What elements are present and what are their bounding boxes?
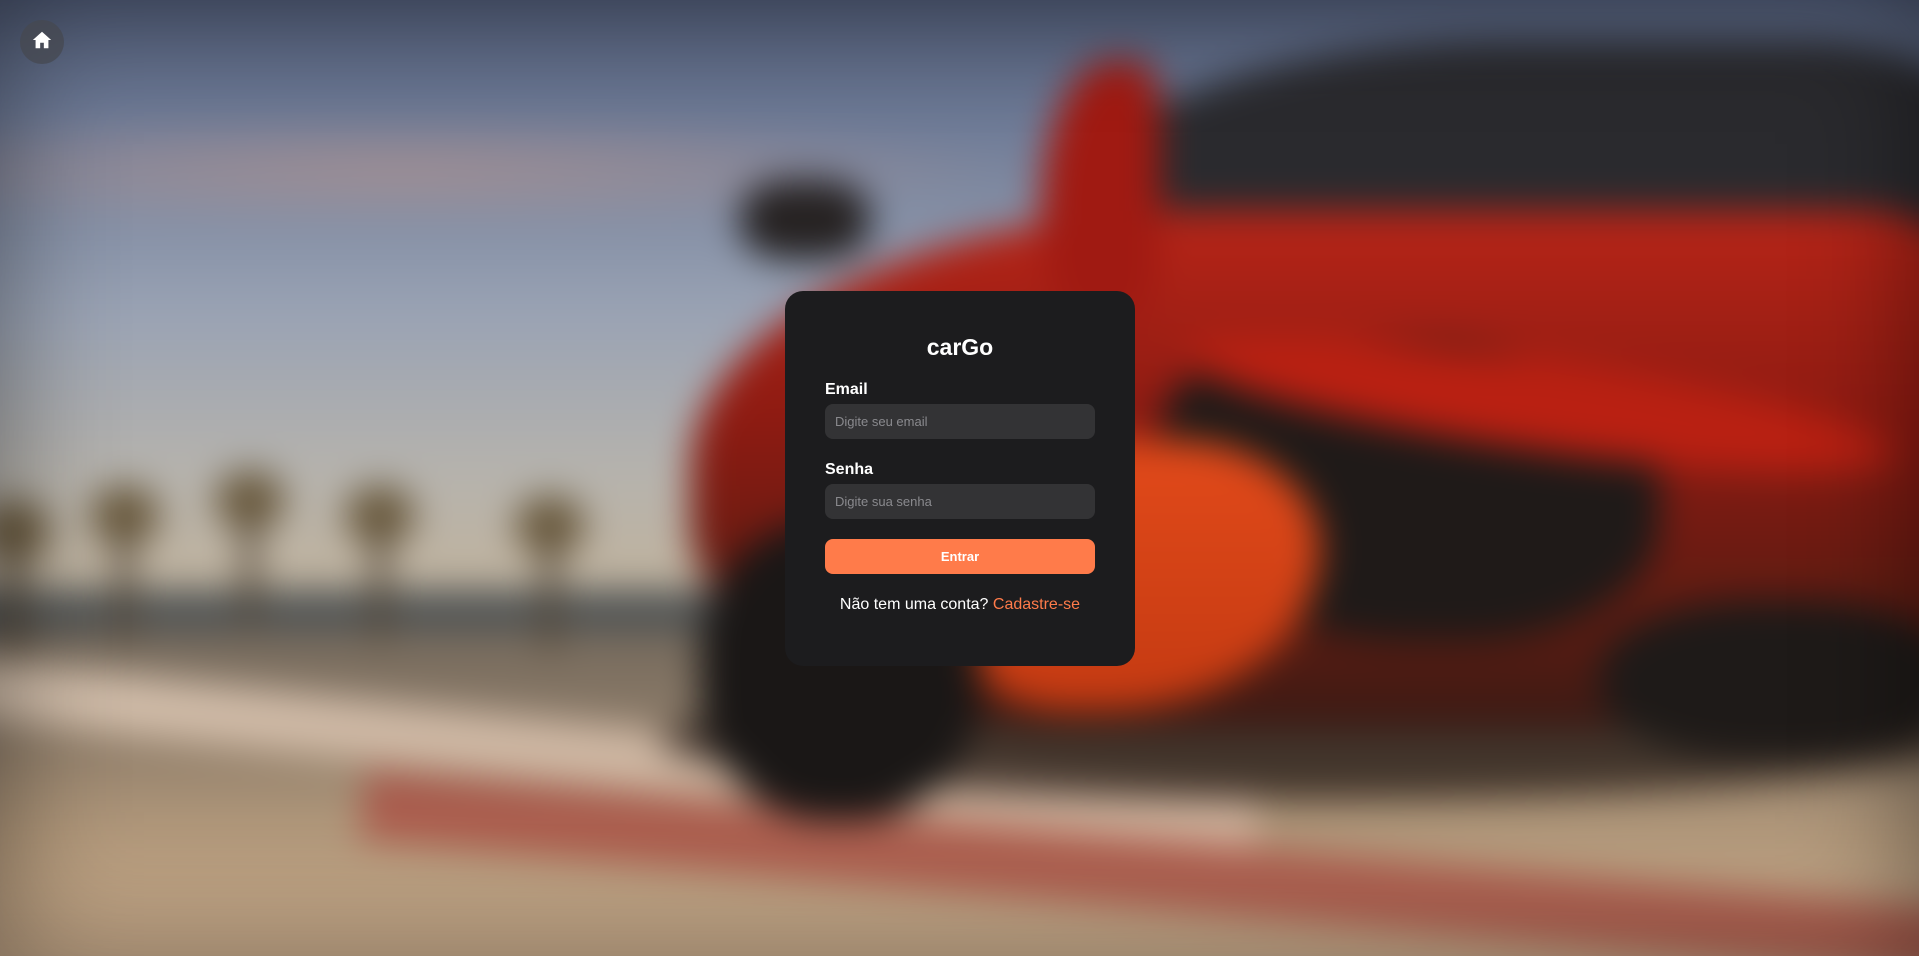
signup-prompt: Não tem uma conta? [839,596,989,613]
password-label: Senha [825,461,874,478]
email-input[interactable] [825,404,1095,439]
email-label: Email [825,381,868,398]
login-page: carGo Email Senha Entrar Não tem uma con… [0,0,1919,956]
login-button[interactable]: Entrar [825,539,1095,574]
signup-link[interactable]: Cadastre-se [993,596,1080,613]
login-card: carGo Email Senha Entrar Não tem uma con… [785,291,1135,666]
home-button[interactable] [20,20,64,64]
home-icon [31,29,53,56]
password-input[interactable] [825,484,1095,519]
signup-row: Não tem uma conta? Cadastre-se [825,596,1095,614]
brand-title: carGo [926,334,994,360]
